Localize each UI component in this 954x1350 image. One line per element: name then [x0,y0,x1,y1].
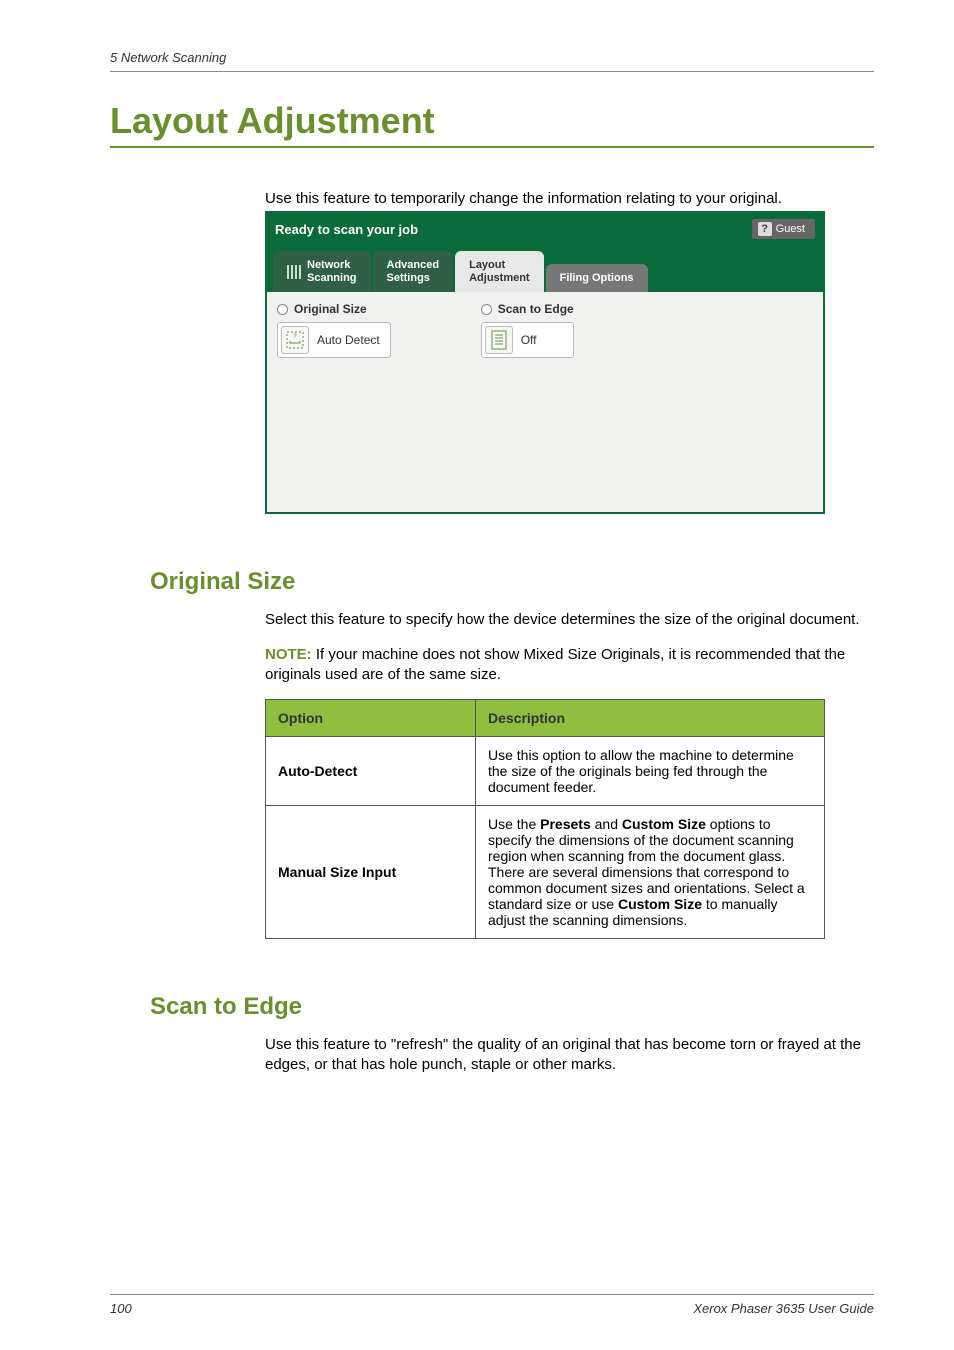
button-label: Off [521,333,537,347]
status-text: Ready to scan your job [275,222,418,237]
tab-label: Network Scanning [307,259,357,284]
scan-to-edge-para: Use this feature to "refresh" the qualit… [265,1035,874,1076]
tab-advanced-settings[interactable]: Advanced Settings [373,251,454,292]
group-original-size: Original Size ? Auto Detect [277,302,391,502]
col-description: Description [476,700,825,737]
intro-text: Use this feature to temporarily change t… [265,190,874,207]
auto-detect-button[interactable]: ? Auto Detect [277,322,391,358]
tab-network-scanning[interactable]: Network Scanning [273,251,371,292]
tab-label: Advanced Settings [387,259,440,284]
ui-screenshot: Ready to scan your job ? Guest Network S… [265,211,825,514]
page-title: Layout Adjustment [110,100,874,148]
tab-label: Filing Options [560,272,634,284]
radio-icon [481,304,492,315]
tab-layout-adjustment[interactable]: Layout Adjustment [455,251,544,292]
opt-desc: Use the Presets and Custom Size options … [476,806,825,939]
tab-filing-options[interactable]: Filing Options [546,264,648,293]
button-label: Auto Detect [317,333,380,347]
scan-to-edge-label: Scan to Edge [481,302,574,316]
radio-icon [277,304,288,315]
table-row: Auto-Detect Use this option to allow the… [266,737,825,806]
guest-button[interactable]: ? Guest [752,219,815,239]
table-row: Manual Size Input Use the Presets and Cu… [266,806,825,939]
heading-original-size: Original Size [150,568,874,596]
status-bar: Ready to scan your job ? Guest [267,213,823,245]
opt-name: Manual Size Input [266,806,476,939]
text: and [591,816,622,832]
scan-icon [287,265,303,279]
running-header: 5 Network Scanning [110,50,874,72]
label-text: Original Size [294,302,367,316]
page-footer: 100 Xerox Phaser 3635 User Guide [110,1294,874,1316]
auto-detect-icon: ? [281,326,309,354]
svg-text:?: ? [293,334,297,340]
opt-name: Auto-Detect [266,737,476,806]
group-scan-to-edge: Scan to Edge Off [481,302,574,502]
opt-desc: Use this option to allow the machine to … [476,737,825,806]
original-size-note: NOTE: If your machine does not show Mixe… [265,645,874,686]
page-number: 100 [110,1301,132,1316]
heading-scan-to-edge: Scan to Edge [150,993,874,1021]
note-text: If your machine does not show Mixed Size… [265,646,845,683]
tab-bar: Network Scanning Advanced Settings Layou… [267,245,823,292]
text: Use the [488,816,540,832]
text: Custom Size [622,816,706,832]
help-icon: ? [758,222,772,236]
options-table: Option Description Auto-Detect Use this … [265,699,825,939]
text: Presets [540,816,591,832]
page-icon [485,326,513,354]
table-header-row: Option Description [266,700,825,737]
label-text: Scan to Edge [498,302,574,316]
note-label: NOTE: [265,646,312,663]
text: Custom Size [618,896,702,912]
off-button[interactable]: Off [481,322,574,358]
original-size-label: Original Size [277,302,391,316]
doc-title: Xerox Phaser 3635 User Guide [693,1301,874,1316]
screenshot-body: Original Size ? Auto Detect Scan to Edge [267,292,823,512]
tab-label: Layout Adjustment [469,259,530,284]
guest-label: Guest [776,223,805,235]
original-size-para: Select this feature to specify how the d… [265,610,874,630]
col-option: Option [266,700,476,737]
